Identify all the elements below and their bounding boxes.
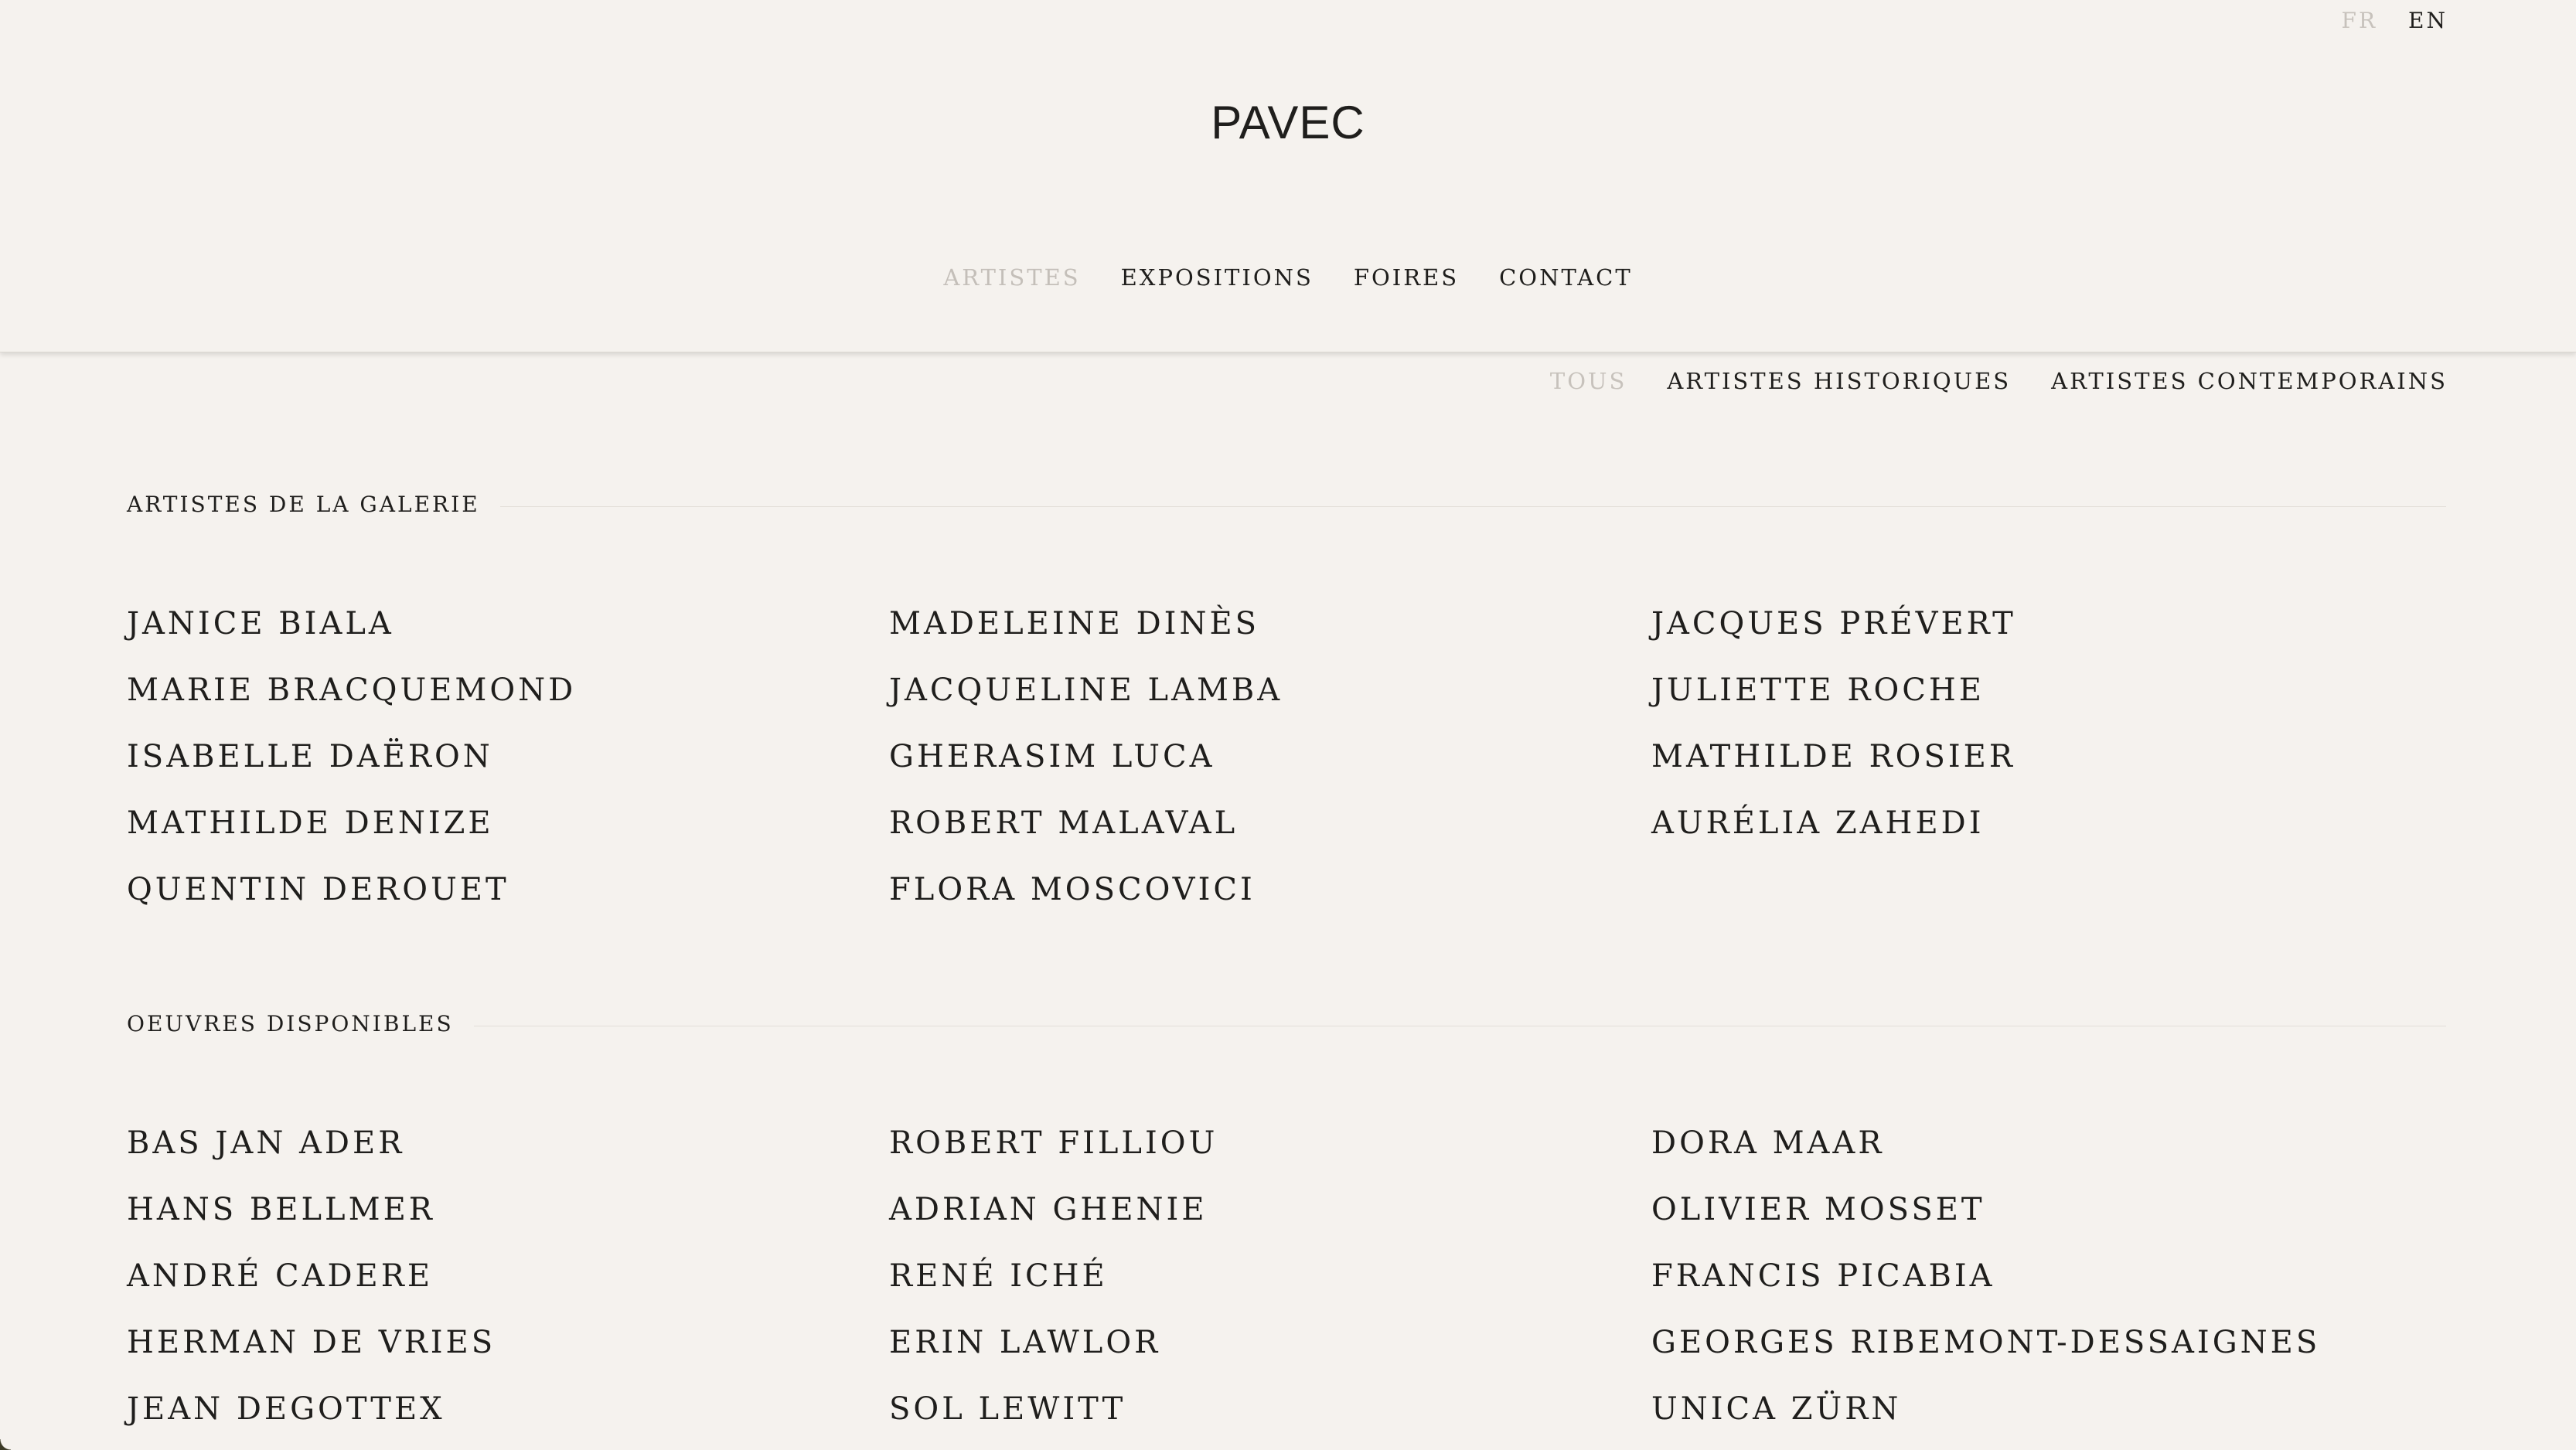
artist-link[interactable]: ERIN LAWLOR	[889, 1323, 1651, 1362]
artist-link[interactable]: OLIVIER MOSSET	[1651, 1190, 2446, 1229]
artist-link[interactable]: JULIETTE ROCHE	[1651, 671, 2446, 710]
window-corner	[0, 1439, 11, 1450]
artist-link[interactable]: MADELEINE DINÈS	[889, 604, 1651, 643]
artist-grid-galerie: JANICE BIALA MADELEINE DINÈS JACQUES PRÉ…	[127, 604, 2446, 909]
artist-link[interactable]: QUENTIN DEROUET	[127, 870, 889, 909]
site-header: FR EN PAVEC ARTISTES EXPOSITIONS FOIRES …	[0, 0, 2576, 352]
lang-en[interactable]: EN	[2408, 8, 2448, 33]
filter-contemporains[interactable]: ARTISTES CONTEMPORAINS	[2051, 368, 2448, 394]
artist-link[interactable]: GEORGES RIBEMONT-DESSAIGNES	[1651, 1323, 2446, 1362]
artist-link[interactable]: ROBERT FILLIOU	[889, 1124, 1651, 1162]
artist-link[interactable]: ADRIAN GHENIE	[889, 1190, 1651, 1229]
nav-foires[interactable]: FOIRES	[1354, 264, 1459, 291]
site-logo[interactable]: PAVEC	[0, 96, 2576, 149]
artist-link[interactable]: MATHILDE ROSIER	[1651, 737, 2446, 776]
filter-historiques[interactable]: ARTISTES HISTORIQUES	[1667, 368, 2011, 394]
artist-link[interactable]: FRANCIS PICABIA	[1651, 1257, 2446, 1295]
artist-link[interactable]: JACQUELINE LAMBA	[889, 671, 1651, 710]
artist-link[interactable]: BAS JAN ADER	[127, 1124, 889, 1162]
artist-link[interactable]: ROBERT MALAVAL	[889, 804, 1651, 842]
section-heading-galerie: ARTISTES DE LA GALERIE	[127, 492, 2446, 517]
artist-link[interactable]: DORA MAAR	[1651, 1124, 2446, 1162]
artist-link[interactable]: HANS BELLMER	[127, 1190, 889, 1229]
artist-link[interactable]: JACQUES PRÉVERT	[1651, 604, 2446, 643]
main-nav: ARTISTES EXPOSITIONS FOIRES CONTACT	[0, 264, 2576, 291]
artist-link[interactable]: RENÉ ICHÉ	[889, 1257, 1651, 1295]
nav-expositions[interactable]: EXPOSITIONS	[1121, 264, 1314, 291]
section-divider	[499, 506, 2446, 507]
language-switcher: FR EN	[2342, 8, 2448, 33]
section-title: ARTISTES DE LA GALERIE	[127, 492, 480, 517]
artist-link[interactable]: ISABELLE DAËRON	[127, 737, 889, 776]
artist-link[interactable]: JANICE BIALA	[127, 604, 889, 643]
artist-link[interactable]: AURÉLIA ZAHEDI	[1651, 804, 2446, 842]
artist-link[interactable]: HERMAN DE VRIES	[127, 1323, 889, 1362]
artist-link[interactable]: GHERASIM LUCA	[889, 737, 1651, 776]
artist-link[interactable]: MARIE BRACQUEMOND	[127, 671, 889, 710]
artist-link[interactable]: FLORA MOSCOVICI	[889, 870, 1651, 909]
artist-link[interactable]: MATHILDE DENIZE	[127, 804, 889, 842]
section-heading-oeuvres: OEUVRES DISPONIBLES	[127, 1011, 2446, 1036]
artist-link[interactable]: SOL LEWITT	[889, 1390, 1651, 1428]
artist-link[interactable]: UNICA ZÜRN	[1651, 1390, 2446, 1428]
section-title: OEUVRES DISPONIBLES	[127, 1011, 454, 1036]
artist-empty-slot	[1651, 870, 2446, 909]
nav-contact[interactable]: CONTACT	[1499, 264, 1633, 291]
filter-tous[interactable]: TOUS	[1550, 368, 1627, 394]
artist-grid-oeuvres: BAS JAN ADER ROBERT FILLIOU DORA MAAR HA…	[127, 1124, 2446, 1428]
nav-artistes[interactable]: ARTISTES	[943, 264, 1080, 291]
lang-fr[interactable]: FR	[2342, 8, 2378, 33]
artist-link[interactable]: JEAN DEGOTTEX	[127, 1390, 889, 1428]
artist-link[interactable]: ANDRÉ CADERE	[127, 1257, 889, 1295]
artist-filters: TOUS ARTISTES HISTORIQUES ARTISTES CONTE…	[1550, 368, 2448, 394]
